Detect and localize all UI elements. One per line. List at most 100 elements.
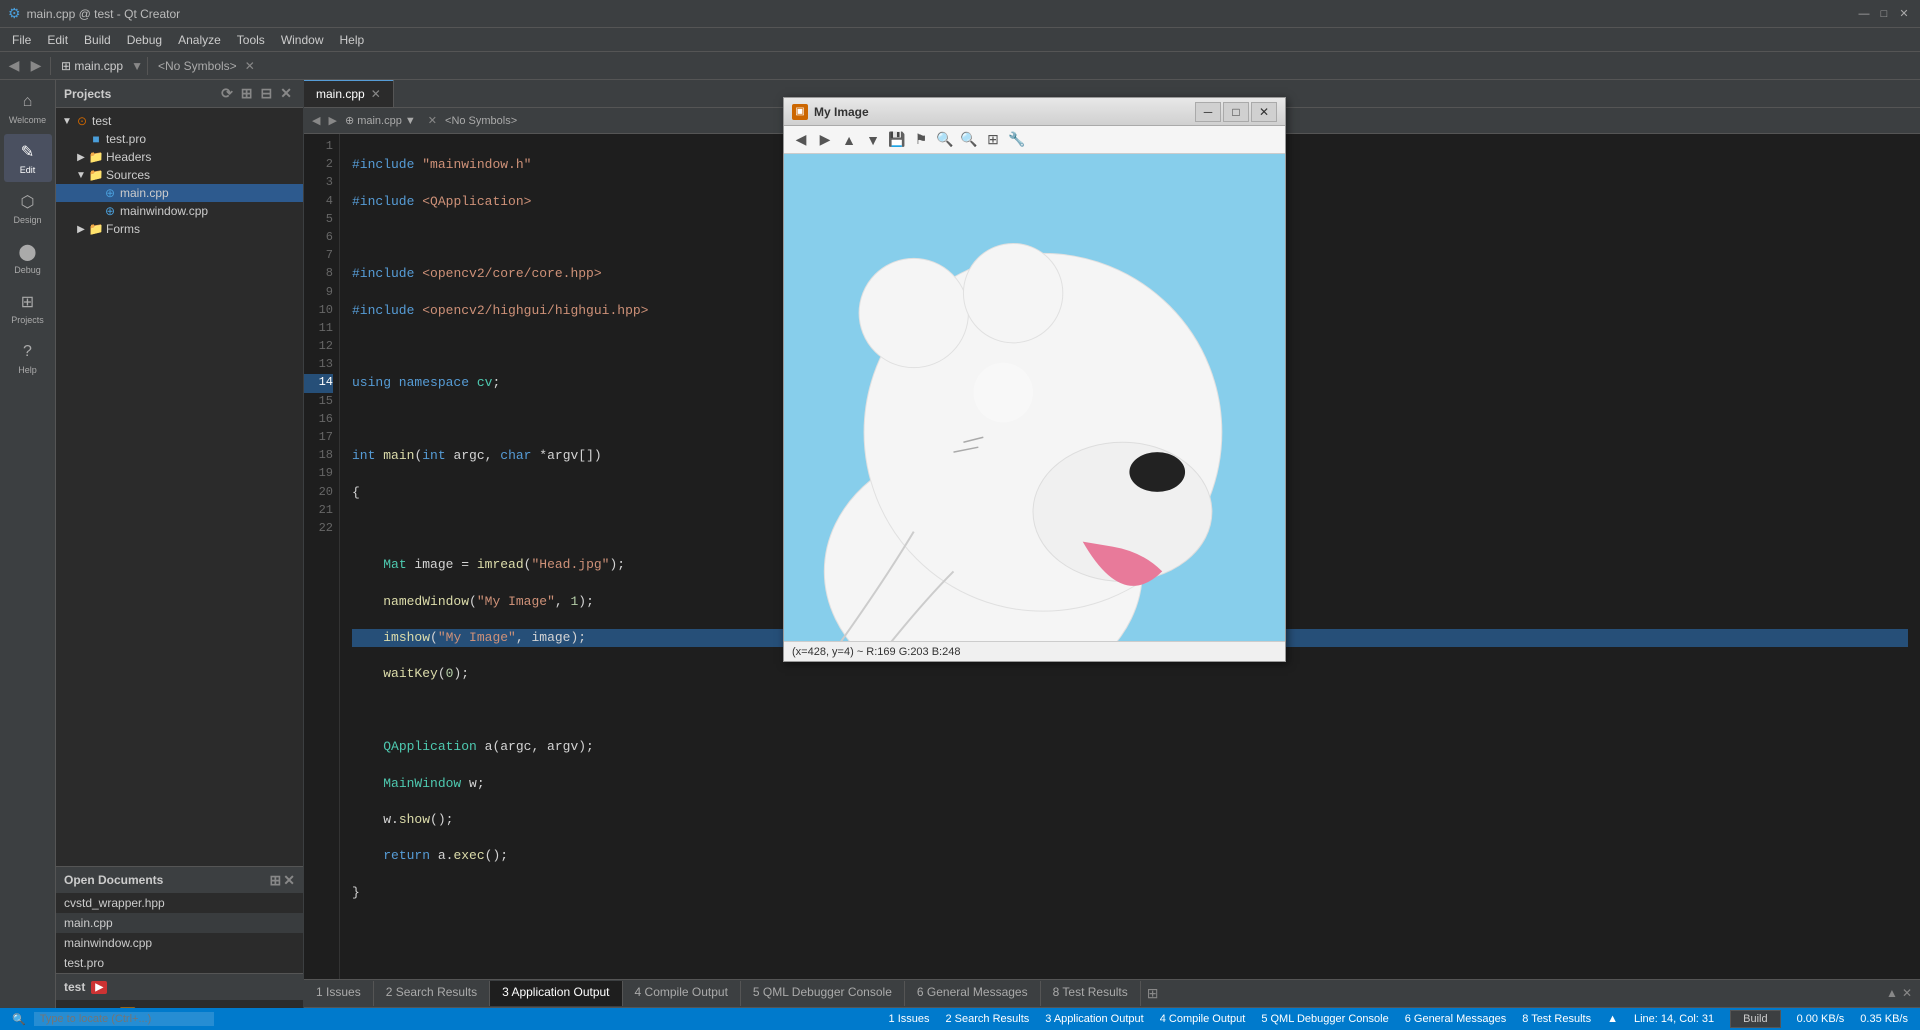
sidebar-welcome[interactable]: ⌂ Welcome	[4, 84, 52, 132]
nav-forward-button[interactable]: ▶	[26, 56, 46, 76]
open-docs-close[interactable]: ✕	[283, 872, 295, 889]
statusbar-qml[interactable]: 5 QML Debugger Console	[1261, 1013, 1388, 1025]
tree-item-headers[interactable]: ▶ 📁 Headers	[56, 148, 303, 166]
symbol-label: <No Symbols>	[152, 59, 243, 73]
tab-search-results[interactable]: 2 Search Results	[374, 981, 490, 1006]
tab-close-main-cpp[interactable]: ✕	[371, 87, 381, 101]
img-down-button[interactable]: ▼	[862, 129, 884, 151]
tab-app-output[interactable]: 3 Application Output	[490, 981, 622, 1006]
tab-issues[interactable]: 1 Issues	[304, 981, 374, 1006]
img-up-button[interactable]: ▲	[838, 129, 860, 151]
image-minimize-button[interactable]: ─	[1195, 102, 1221, 122]
doc-item-testpro[interactable]: test.pro	[56, 953, 303, 973]
menu-item-edit[interactable]: Edit	[39, 31, 76, 49]
tab-test-results[interactable]: 8 Test Results	[1041, 981, 1141, 1006]
tab-qml[interactable]: 5 QML Debugger Console	[741, 981, 905, 1006]
statusbar-compile[interactable]: 4 Compile Output	[1160, 1013, 1246, 1025]
image-window[interactable]: ▣ My Image ─ □ ✕ ◀ ▶ ▲ ▼ 💾 ⚑ 🔍 🔍 ⊞ 🔧	[783, 97, 1286, 662]
file-dropdown-arrow[interactable]: ▼	[131, 59, 143, 73]
img-flag-button[interactable]: ⚑	[910, 129, 932, 151]
menu-item-tools[interactable]: Tools	[229, 31, 273, 49]
statusbar-appoutput[interactable]: 3 Application Output	[1045, 1013, 1143, 1025]
cpp-file-icon-mainwindow: ⊕	[102, 204, 118, 218]
doc-item-mainwindow[interactable]: mainwindow.cpp	[56, 933, 303, 953]
menubar: FileEditBuildDebugAnalyzeToolsWindowHelp	[0, 28, 1920, 52]
debug-icon: ⬤	[17, 241, 39, 263]
doc-item-cvstd[interactable]: cvstd_wrapper.hpp	[56, 893, 303, 913]
bottom-close-icon[interactable]: ✕	[1902, 986, 1912, 1000]
nav-back-button[interactable]: ◀	[4, 56, 24, 76]
doc-item-main[interactable]: main.cpp	[56, 913, 303, 933]
editor-tab-main-cpp[interactable]: main.cpp ✕	[304, 80, 394, 107]
image-maximize-button[interactable]: □	[1223, 102, 1249, 122]
close-button[interactable]: ✕	[1896, 6, 1912, 22]
open-docs-header[interactable]: Open Documents ⊞ ✕	[56, 867, 303, 893]
menu-item-build[interactable]: Build	[76, 31, 119, 49]
bear-image	[784, 154, 1285, 641]
statusbar-test[interactable]: 8 Test Results	[1522, 1013, 1591, 1025]
tree-expand-test[interactable]: ▼	[60, 116, 74, 127]
sidebar-projects[interactable]: ⊞ Projects	[4, 284, 52, 332]
symbol-dropdown[interactable]: ⊕ main.cpp ▼	[345, 114, 416, 127]
sidebar-edit[interactable]: ✎ Edit	[4, 134, 52, 182]
statusbar-search[interactable]: 2 Search Results	[945, 1013, 1029, 1025]
statusbar-locate-input[interactable]	[34, 1012, 214, 1026]
menu-item-window[interactable]: Window	[273, 31, 332, 49]
menu-item-debug[interactable]: Debug	[119, 31, 170, 49]
tree-item-main-cpp[interactable]: ⊕ main.cpp	[56, 184, 303, 202]
project-panel-header: Projects ⟳ ⊞ ⊟ ✕	[56, 80, 303, 108]
statusbar-left: 🔍	[12, 1012, 214, 1026]
tree-item-mainwindow-cpp[interactable]: ⊕ mainwindow.cpp	[56, 202, 303, 220]
close-tab-icon[interactable]: ✕	[245, 59, 255, 73]
img-save-button[interactable]: 💾	[886, 129, 908, 151]
forms-folder-icon: 📁	[88, 222, 104, 236]
image-coords: (x=428, y=4) ~ R:169 G:203 B:248	[792, 646, 960, 658]
tree-item-test[interactable]: ▼ ⊙ test	[56, 112, 303, 130]
img-back-button[interactable]: ◀	[790, 129, 812, 151]
img-zoom-in-button[interactable]: 🔍	[934, 129, 956, 151]
project-tree: ▼ ⊙ test ■ test.pro ▶ 📁 Headers	[56, 108, 303, 866]
tab-compile-output[interactable]: 4 Compile Output	[623, 981, 741, 1006]
project-panel-controls: ⟳ ⊞ ⊟ ✕	[218, 84, 295, 103]
build-button[interactable]: Build	[1730, 1010, 1780, 1028]
img-settings-button[interactable]: 🔧	[1006, 129, 1028, 151]
img-fit-button[interactable]: ⊞	[982, 129, 1004, 151]
tree-item-forms[interactable]: ▶ 📁 Forms	[56, 220, 303, 238]
tree-expand-sources[interactable]: ▼	[74, 170, 88, 181]
nav-fwd-btn-small[interactable]: ▶	[328, 114, 336, 127]
sync-icon[interactable]: ⟳	[218, 84, 236, 103]
tree-item-sources[interactable]: ▼ 📁 Sources	[56, 166, 303, 184]
statusbar-issues[interactable]: 1 Issues	[889, 1013, 930, 1025]
menu-item-file[interactable]: File	[4, 31, 39, 49]
open-docs-expand[interactable]: ⊞	[270, 872, 282, 889]
close-panel-icon[interactable]: ✕	[277, 84, 295, 103]
sidebar-debug[interactable]: ⬤ Debug	[4, 234, 52, 282]
img-forward-button[interactable]: ▶	[814, 129, 836, 151]
bottom-tabs-list: 1 Issues 2 Search Results 3 Application …	[304, 981, 1165, 1006]
menu-item-analyze[interactable]: Analyze	[170, 31, 229, 49]
collapse-all-icon[interactable]: ⊟	[258, 84, 276, 103]
sidebar-help[interactable]: ? Help	[4, 334, 52, 382]
menu-item-help[interactable]: Help	[332, 31, 373, 49]
tree-expand-forms[interactable]: ▶	[74, 224, 88, 235]
img-zoom-out-button[interactable]: 🔍	[958, 129, 980, 151]
nav-controls: ◀ ▶	[4, 56, 46, 76]
more-tabs-icon[interactable]: ⊞	[1141, 981, 1165, 1006]
image-close-button[interactable]: ✕	[1251, 102, 1277, 122]
statusbar-triangle[interactable]: ▲	[1607, 1013, 1618, 1025]
tree-item-test-pro[interactable]: ■ test.pro	[56, 130, 303, 148]
bottom-expand-icon[interactable]: ▲	[1886, 986, 1898, 1000]
nav-back-btn-small[interactable]: ◀	[312, 114, 320, 127]
statusbar-general[interactable]: 6 General Messages	[1405, 1013, 1507, 1025]
tree-expand-headers[interactable]: ▶	[74, 152, 88, 163]
symbol-close[interactable]: ✕	[428, 114, 437, 127]
toolbar-separator-1	[50, 57, 51, 75]
tab-general[interactable]: 6 General Messages	[905, 981, 1041, 1006]
titlebar: ⚙ main.cpp @ test - Qt Creator — □ ✕	[0, 0, 1920, 28]
bottom-tab-bar: 1 Issues 2 Search Results 3 Application …	[304, 980, 1920, 1008]
maximize-button[interactable]: □	[1876, 6, 1892, 22]
minimize-button[interactable]: —	[1856, 6, 1872, 22]
code-line-17: QApplication a(argc, argv);	[352, 738, 1908, 756]
sidebar-design[interactable]: ⬡ Design	[4, 184, 52, 232]
expand-all-icon[interactable]: ⊞	[238, 84, 256, 103]
